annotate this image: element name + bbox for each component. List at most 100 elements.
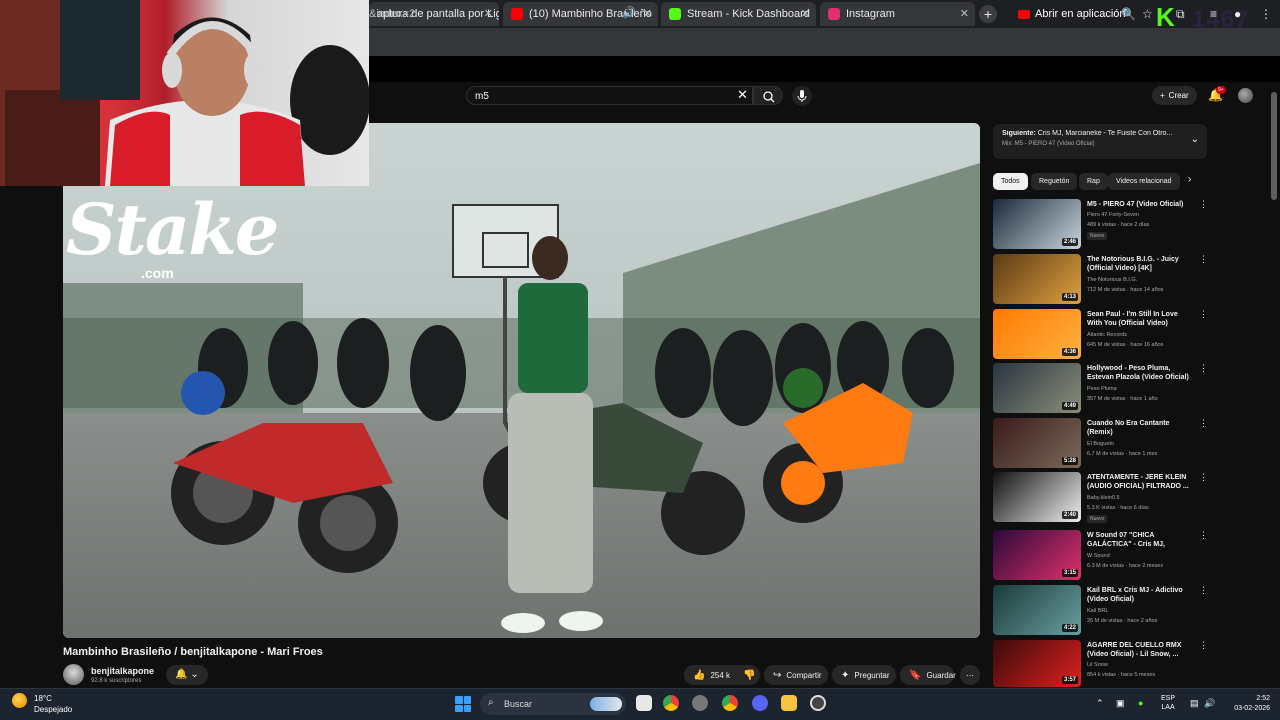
- rec-title[interactable]: AGARRE DEL CUELLO RMX (Video Oficial) - …: [1087, 641, 1191, 659]
- weather-description[interactable]: Despejado: [34, 705, 72, 714]
- extensions-icon[interactable]: ⧉: [1176, 7, 1185, 22]
- clear-search-icon[interactable]: ✕: [737, 87, 748, 103]
- rec-channel[interactable]: The Notorious B.I.G.: [1087, 277, 1137, 283]
- speaker-icon[interactable]: 🔊: [622, 6, 636, 19]
- video-thumbnail[interactable]: 3:15: [993, 530, 1081, 580]
- rec-channel[interactable]: Kail BRL: [1087, 608, 1108, 614]
- video-thumbnail[interactable]: 3:57: [993, 640, 1081, 687]
- language-indicator[interactable]: ESP LAA: [1161, 694, 1175, 712]
- more-vert-icon[interactable]: ⋮: [1199, 472, 1208, 483]
- rec-title[interactable]: Kail BRL x Cris MJ - Adictivo (Video Ofi…: [1087, 586, 1191, 604]
- tab-youtube[interactable]: (10) Mambinho Brasileño 🔊 ✕: [503, 2, 658, 26]
- bookmark-star-icon[interactable]: ☆: [1142, 7, 1153, 21]
- rec-title[interactable]: ATENTAMENTE - JERE KLEIN (AUDIO OFICIAL)…: [1087, 473, 1191, 491]
- close-icon[interactable]: ✕: [643, 7, 652, 20]
- more-vert-icon[interactable]: ⋮: [1199, 418, 1208, 429]
- close-icon[interactable]: ✕: [960, 7, 969, 20]
- chevron-down-icon[interactable]: ⌄: [1191, 134, 1199, 145]
- weather-temperature[interactable]: 18°C: [34, 694, 52, 703]
- more-vert-icon[interactable]: ⋮: [1199, 199, 1208, 210]
- rec-channel[interactable]: Lil Snow: [1087, 662, 1108, 668]
- search-button[interactable]: [753, 86, 783, 105]
- tray-app-icon[interactable]: ▣: [1116, 698, 1125, 709]
- discord-icon[interactable]: [752, 695, 768, 711]
- rec-title[interactable]: Hollywood - Peso Pluma, Estevan Plazola …: [1087, 364, 1191, 382]
- chrome-icon[interactable]: [663, 695, 679, 711]
- chip-related[interactable]: Videos relacionad: [1108, 173, 1180, 190]
- url-text[interactable]: &index=2: [369, 8, 415, 20]
- chip-rap[interactable]: Rap: [1079, 173, 1108, 190]
- open-in-app-button[interactable]: Abrir en aplicación: [1014, 5, 1132, 23]
- rec-title[interactable]: M5 - PIERO 47 (Video Oficial): [1087, 200, 1191, 209]
- more-vert-icon[interactable]: ⋮: [1199, 309, 1208, 320]
- network-icon[interactable]: ▤: [1190, 698, 1199, 709]
- rec-title[interactable]: Sean Paul - I'm Still In Love With You (…: [1087, 310, 1191, 328]
- like-dislike-button[interactable]: 👍 254 k 👎: [684, 665, 760, 685]
- profile-icon[interactable]: ●: [1234, 7, 1241, 21]
- task-view-icon[interactable]: [636, 695, 652, 711]
- channel-avatar[interactable]: [63, 664, 84, 685]
- rec-channel[interactable]: W Sound: [1087, 553, 1110, 559]
- video-thumbnail[interactable]: 4:36: [993, 309, 1081, 359]
- chrome-active-icon[interactable]: [722, 695, 738, 711]
- chevron-up-icon[interactable]: ⌃: [1096, 698, 1104, 709]
- video-thumbnail[interactable]: 5:28: [993, 418, 1081, 468]
- chevron-right-icon[interactable]: ›: [1188, 174, 1191, 185]
- microphone-icon[interactable]: ●: [1138, 698, 1143, 708]
- tab-instagram[interactable]: Instagram ✕: [820, 2, 975, 26]
- weather-sun-icon[interactable]: [12, 693, 27, 708]
- more-vert-icon[interactable]: ⋮: [1199, 363, 1208, 374]
- list-item[interactable]: 3:57 AGARRE DEL CUELLO RMX (Video Oficia…: [993, 640, 1208, 687]
- menu-icon[interactable]: ⋮: [1260, 7, 1272, 21]
- list-item[interactable]: 2:46 M5 - PIERO 47 (Video Oficial) Piero…: [993, 199, 1208, 249]
- rec-title[interactable]: The Notorious B.I.G. - Juicy (Official V…: [1087, 255, 1191, 273]
- new-tab-button[interactable]: +: [979, 5, 997, 23]
- more-vert-icon[interactable]: ⋮: [1199, 254, 1208, 265]
- search-highlight-icon[interactable]: [590, 697, 622, 711]
- subscription-bell-button[interactable]: 🔔 ⌄: [166, 665, 208, 685]
- media-player-icon[interactable]: [810, 695, 826, 711]
- chip-all[interactable]: Todos: [993, 173, 1028, 190]
- rec-channel[interactable]: Piero 47 Forty-Seven: [1087, 212, 1139, 218]
- tab-kick-dashboard[interactable]: Stream - Kick Dashboard ✕: [661, 2, 816, 26]
- share-button[interactable]: ↪ Compartir: [764, 665, 828, 685]
- rec-channel[interactable]: El Bogueto: [1087, 441, 1114, 447]
- list-item[interactable]: 4:22 Kail BRL x Cris MJ - Adictivo (Vide…: [993, 585, 1208, 635]
- voice-search-button[interactable]: [792, 86, 812, 106]
- list-item[interactable]: 4:13 The Notorious B.I.G. - Juicy (Offic…: [993, 254, 1208, 304]
- list-item[interactable]: 4:49 Hollywood - Peso Pluma, Estevan Pla…: [993, 363, 1208, 413]
- rec-title[interactable]: W Sound 07 "CHICA GALÁCTICA" - Cris MJ, …: [1087, 531, 1191, 549]
- thumbs-down-icon[interactable]: 👎: [743, 670, 755, 681]
- video-thumbnail[interactable]: 4:22: [993, 585, 1081, 635]
- search-input[interactable]: m5: [466, 86, 753, 105]
- list-item[interactable]: 2:40 ATENTAMENTE - JERE KLEIN (AUDIO OFI…: [993, 472, 1208, 523]
- list-item[interactable]: 3:15 W Sound 07 "CHICA GALÁCTICA" - Cris…: [993, 530, 1208, 580]
- list-item[interactable]: 4:36 Sean Paul - I'm Still In Love With …: [993, 309, 1208, 359]
- video-thumbnail[interactable]: 4:13: [993, 254, 1081, 304]
- ask-button[interactable]: ✦ Preguntar: [832, 665, 896, 685]
- rec-channel[interactable]: Peso Pluma: [1087, 386, 1117, 392]
- more-vert-icon[interactable]: ⋮: [1199, 530, 1208, 541]
- file-explorer-icon[interactable]: [781, 695, 797, 711]
- thumbs-up-icon[interactable]: 👍: [693, 670, 705, 681]
- rec-title[interactable]: Cuando No Era Cantante (Remix): [1087, 419, 1191, 437]
- channel-name[interactable]: benjitalkapone: [91, 666, 154, 676]
- zoom-icon[interactable]: 🔍: [1121, 7, 1136, 21]
- video-thumbnail[interactable]: 4:49: [993, 363, 1081, 413]
- more-vert-icon[interactable]: ⋮: [1199, 585, 1208, 596]
- list-item[interactable]: 5:28 Cuando No Era Cantante (Remix) El B…: [993, 418, 1208, 468]
- close-icon[interactable]: ✕: [484, 7, 493, 20]
- rec-channel[interactable]: Atlantic Records: [1087, 332, 1127, 338]
- rec-channel[interactable]: Baby.klein0.5: [1087, 495, 1120, 501]
- scrollbar[interactable]: [1271, 92, 1277, 200]
- video-thumbnail[interactable]: 2:40: [993, 472, 1081, 522]
- clock[interactable]: 2:52 03-02-2026: [1226, 694, 1270, 714]
- volume-icon[interactable]: 🔊: [1204, 698, 1215, 709]
- close-icon[interactable]: ✕: [801, 7, 810, 20]
- video-thumbnail[interactable]: 2:46: [993, 199, 1081, 249]
- create-button[interactable]: + Crear: [1152, 86, 1197, 105]
- more-actions-button[interactable]: ⋯: [960, 665, 980, 685]
- chip-reggaeton[interactable]: Reguetón: [1031, 173, 1078, 190]
- more-vert-icon[interactable]: ⋮: [1199, 640, 1208, 651]
- start-button[interactable]: [455, 696, 471, 712]
